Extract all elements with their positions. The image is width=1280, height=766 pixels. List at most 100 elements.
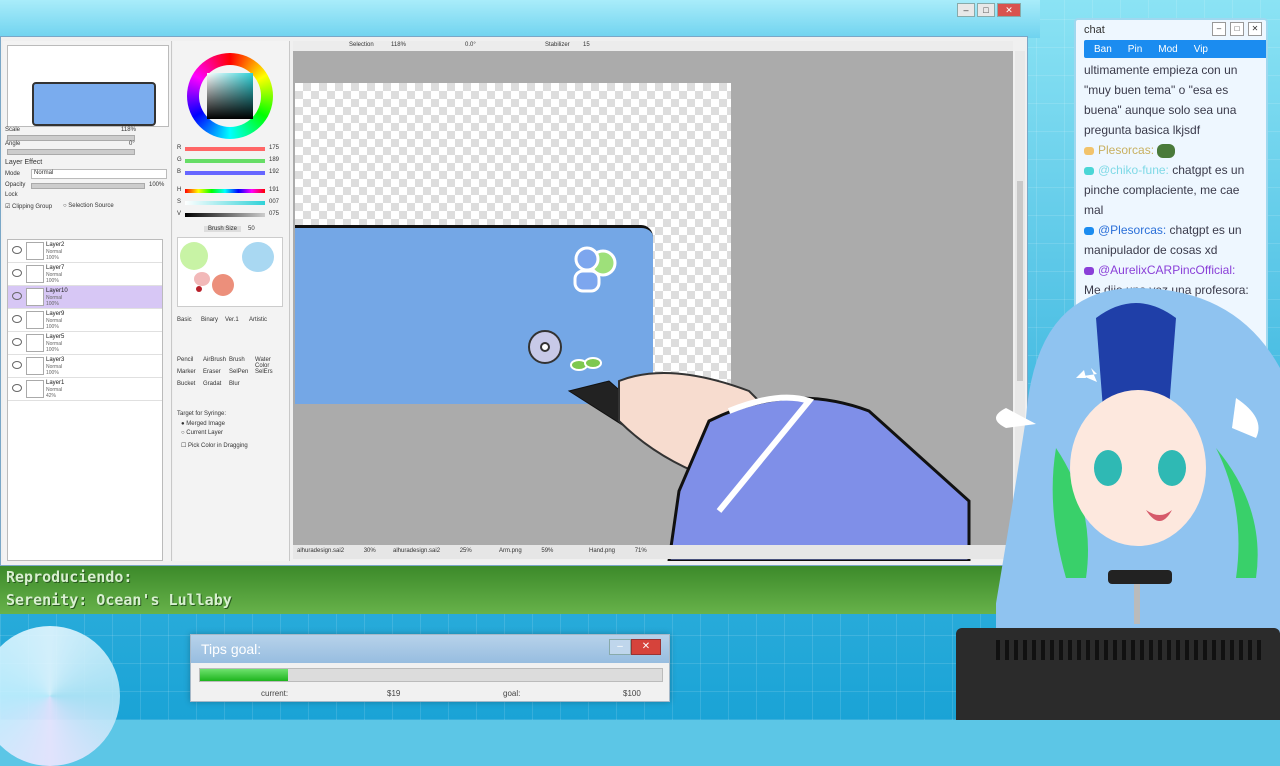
visibility-eye-icon[interactable] — [12, 361, 22, 369]
brush-tool[interactable]: AirBrush — [203, 357, 226, 363]
mode-select[interactable]: Normal — [31, 169, 167, 179]
close-button[interactable]: ✕ — [997, 3, 1021, 17]
document-tab[interactable]: Arm.png 59% — [499, 548, 553, 554]
r-channel-label: R — [177, 145, 182, 151]
chat-close-button[interactable]: ✕ — [1248, 22, 1262, 36]
mod-mod-button[interactable]: Mod — [1158, 44, 1177, 55]
layer-item[interactable]: Layer2 Normal 100% — [8, 240, 162, 263]
syringe-title: Target for Syringe: — [177, 411, 227, 417]
syringe-merged-radio[interactable]: ● Merged Image — [181, 421, 225, 427]
tips-goal-widget: Tips goal: – ✕ current: $19 goal: $100 — [190, 634, 670, 702]
angle-slider[interactable] — [7, 149, 135, 155]
chat-maximize-button[interactable]: □ — [1230, 22, 1244, 36]
pick-color-checkbox[interactable]: ☐ Pick Color in Dragging — [181, 442, 248, 449]
brush-tool[interactable]: Brush — [229, 357, 245, 363]
zoom-field[interactable]: 118% — [391, 42, 406, 48]
s-channel-slider[interactable] — [185, 201, 265, 205]
mod-pin-button[interactable]: Pin — [1128, 44, 1142, 55]
color-wheel[interactable] — [187, 53, 273, 139]
now-playing-bar: Reproduciendo: Serenity: Ocean's Lullaby — [0, 566, 1040, 614]
layer-mode: Normal 100% — [46, 272, 63, 284]
visibility-eye-icon[interactable] — [12, 292, 22, 300]
syringe-current-radio[interactable]: ○ Current Layer — [181, 430, 223, 436]
g-channel-slider[interactable] — [185, 159, 265, 163]
layer-item[interactable]: Layer7 Normal 100% — [8, 263, 162, 286]
layer-name: Layer3 — [46, 357, 65, 363]
layer-name: Layer5 — [46, 334, 65, 340]
chat-minimize-button[interactable]: – — [1212, 22, 1226, 36]
b-channel-value[interactable]: 192 — [269, 169, 279, 175]
v-channel-label: V — [177, 211, 182, 217]
mod-vip-button[interactable]: Vip — [1194, 44, 1208, 55]
brush-tool[interactable]: Blur — [229, 381, 240, 387]
brush-tool[interactable]: Bucket — [177, 381, 195, 387]
scale-slider[interactable] — [7, 135, 135, 141]
layer-item[interactable]: Layer1 Normal 42% — [8, 378, 162, 401]
b-channel-label: B — [177, 169, 182, 175]
visibility-eye-icon[interactable] — [12, 384, 22, 392]
b-channel-slider[interactable] — [185, 171, 265, 175]
tool-tab[interactable]: Binary — [201, 317, 218, 323]
visibility-eye-icon[interactable] — [12, 315, 22, 323]
brush-tool[interactable]: Pencil — [177, 357, 193, 363]
lock-label: Lock — [5, 192, 18, 198]
s-channel-value[interactable]: 007 — [269, 199, 279, 205]
v-channel-slider[interactable] — [185, 213, 265, 217]
visibility-eye-icon[interactable] — [12, 338, 22, 346]
r-channel-slider[interactable] — [185, 147, 265, 151]
layer-name: Layer9 — [46, 311, 65, 317]
brush-tool[interactable]: SelErs — [255, 369, 273, 375]
tips-goal-minimize-button[interactable]: – — [609, 639, 631, 655]
r-channel-value[interactable]: 175 — [269, 145, 279, 151]
brush-tool[interactable]: Gradat — [203, 381, 221, 387]
selection-mode[interactable]: Selection — [349, 42, 374, 48]
brush-tool[interactable]: Water Color — [255, 357, 281, 369]
layer-item[interactable]: Layer3 Normal 100% — [8, 355, 162, 378]
s-channel-label: S — [177, 199, 182, 205]
brush-tool[interactable]: Marker — [177, 369, 196, 375]
left-panel: Scale 118% Angle 0° Layer Effect Mode No… — [3, 41, 172, 561]
opacity-slider[interactable] — [31, 183, 145, 189]
layer-mode: Normal 100% — [46, 341, 63, 353]
paint-blob-pink — [194, 272, 210, 286]
tool-tab[interactable]: Artistic — [249, 317, 267, 323]
document-tab[interactable]: alhuradesign.sai2 30% — [297, 548, 376, 554]
layer-item[interactable]: Layer9 Normal 100% — [8, 309, 162, 332]
stabilizer-value[interactable]: 15 — [583, 42, 590, 48]
paint-blob-red — [196, 286, 202, 292]
layer-thumbnail — [26, 311, 44, 329]
brush-tool[interactable]: SelPen — [229, 369, 248, 375]
tips-goal-close-button[interactable]: ✕ — [631, 639, 661, 655]
layer-item[interactable]: Layer10 Normal 100% — [8, 286, 162, 309]
g-channel-value[interactable]: 189 — [269, 157, 279, 163]
drawing-canvas[interactable] — [293, 51, 1013, 561]
visibility-eye-icon[interactable] — [12, 269, 22, 277]
document-tab[interactable]: Hand.png 71% — [589, 548, 647, 554]
minimize-button[interactable]: – — [957, 3, 975, 17]
v-channel-value[interactable]: 075 — [269, 211, 279, 217]
navigator-thumbnail[interactable] — [7, 45, 169, 127]
scratchpad[interactable]: Brush Size 50 — [177, 226, 283, 307]
h-channel-slider[interactable] — [185, 189, 265, 193]
selection-source-checkbox[interactable]: ○ Selection Source — [63, 203, 114, 209]
mod-ban-button[interactable]: Ban — [1094, 44, 1112, 55]
paint-blob-salmon — [212, 274, 234, 296]
tool-tab[interactable]: Basic — [177, 317, 192, 323]
clipping-group-checkbox[interactable]: ☑ Clipping Group — [5, 203, 52, 210]
layer-item[interactable]: Layer5 Normal 100% — [8, 332, 162, 355]
brush-tool[interactable]: Eraser — [203, 369, 221, 375]
tips-goal-value: $100 — [623, 689, 641, 698]
angle-label: Angle — [5, 141, 21, 147]
tool-palette: Basic Binary Ver.1 Artistic Pencil AirBrush Br… — [177, 317, 281, 397]
document-tab[interactable]: alhuradesign.sai2 25% — [393, 548, 472, 554]
color-saturation-square[interactable] — [207, 73, 253, 119]
mode-label: Mode — [5, 171, 21, 177]
tool-tab[interactable]: Ver.1 — [225, 317, 239, 323]
maximize-button[interactable]: □ — [977, 3, 995, 17]
layer-thumbnail — [26, 265, 44, 283]
brush-size-value: 50 — [248, 226, 255, 232]
visibility-eye-icon[interactable] — [12, 246, 22, 254]
h-channel-value[interactable]: 191 — [269, 187, 279, 193]
angle-field[interactable]: 0.0° — [465, 42, 476, 48]
layer-mode: Normal 100% — [46, 295, 63, 307]
